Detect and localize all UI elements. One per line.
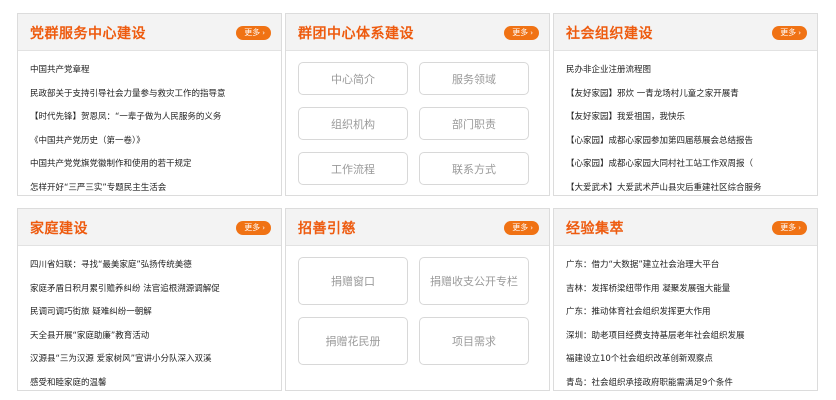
- panel-header: 党群服务中心建设 更多 ›: [18, 14, 281, 51]
- panel-header: 群团中心体系建设 更多 ›: [286, 14, 549, 51]
- more-button[interactable]: 更多 ›: [772, 221, 807, 235]
- workflow-button[interactable]: 工作流程: [298, 152, 408, 185]
- news-list: 中国共产党章程 民政部关于支持引导社会力量参与救灾工作的指导意 【时代先锋】贺恩…: [18, 51, 281, 201]
- panel-header: 经验集萃 更多 ›: [554, 209, 817, 246]
- chevron-right-icon: ›: [530, 29, 533, 37]
- panel-title: 经验集萃: [566, 221, 624, 237]
- project-needs-button[interactable]: 项目需求: [419, 317, 529, 365]
- list-item[interactable]: 【友好家园】我爱祖国，我快乐: [566, 106, 817, 130]
- list-item[interactable]: 汉源县“三为汉源 爱家树风”宣讲小分队深入双溪: [30, 348, 281, 372]
- donor-roster-button[interactable]: 捐赠花民册: [298, 317, 408, 365]
- more-button[interactable]: 更多 ›: [772, 26, 807, 40]
- news-list: 四川省妇联：寻找“最美家庭”弘扬传统美德 家庭矛盾日积月累引赡养纠纷 法官追根溯…: [18, 246, 281, 396]
- list-item[interactable]: 【大爱武术】大爱武术芦山县灾后重建社区综合服务: [566, 177, 817, 201]
- panel-social-org: 社会组织建设 更多 › 民办非企业注册流程图 【友好家园】邪炊 一青龙场村儿童之家…: [553, 13, 818, 196]
- more-button[interactable]: 更多 ›: [504, 26, 539, 40]
- news-list: 广东：借力“大数据”建立社会治理大平台 吉林：发挥桥梁纽带作用 凝聚发展强大能量…: [554, 246, 817, 396]
- list-item[interactable]: 吉林：发挥桥梁纽带作用 凝聚发展强大能量: [566, 278, 817, 302]
- list-item[interactable]: 【时代先锋】贺恩凤：“一辈子做为人民服务的义务: [30, 106, 281, 130]
- list-item[interactable]: 家庭矛盾日积月累引赡养纠纷 法官追根溯源调解促: [30, 278, 281, 302]
- more-button[interactable]: 更多 ›: [504, 221, 539, 235]
- panel-header: 社会组织建设 更多 ›: [554, 14, 817, 51]
- panel-experience: 经验集萃 更多 › 广东：借力“大数据”建立社会治理大平台 吉林：发挥桥梁纽带作用…: [553, 208, 818, 391]
- service-area-button[interactable]: 服务领域: [419, 62, 529, 95]
- list-item[interactable]: 中国共产党党旗党徽制作和使用的若干规定: [30, 153, 281, 177]
- list-item[interactable]: 民调司调巧街旅 疑难纠纷一朝解: [30, 301, 281, 325]
- organization-button[interactable]: 组织机构: [298, 107, 408, 140]
- chevron-right-icon: ›: [530, 224, 533, 232]
- list-item[interactable]: 民政部关于支持引导社会力量参与救灾工作的指导意: [30, 83, 281, 107]
- donation-disclosure-button[interactable]: 捐赠收支公开专栏: [419, 257, 529, 305]
- list-item[interactable]: 广东：推动体育社会组织发挥更大作用: [566, 301, 817, 325]
- panel-title: 招善引慈: [298, 221, 356, 237]
- list-item[interactable]: 广东：借力“大数据”建立社会治理大平台: [566, 254, 817, 278]
- list-item[interactable]: 四川省妇联：寻找“最美家庭”弘扬传统美德: [30, 254, 281, 278]
- panel-title: 党群服务中心建设: [30, 26, 146, 42]
- button-grid: 中心简介 服务领域 组织机构 部门职责 工作流程 联系方式: [286, 51, 549, 185]
- panel-mass-org-center: 群团中心体系建设 更多 › 中心简介 服务领域 组织机构 部门职责 工作流程 联系…: [285, 13, 550, 196]
- list-item[interactable]: 福建设立10个社会组织改革创新观察点: [566, 348, 817, 372]
- list-item[interactable]: 中国共产党章程: [30, 59, 281, 83]
- list-item[interactable]: 【心家园】成都心家园参加第四届慈展会总结报告: [566, 130, 817, 154]
- chevron-right-icon: ›: [262, 224, 265, 232]
- chevron-right-icon: ›: [262, 29, 265, 37]
- panel-charity: 招善引慈 更多 › 捐赠窗口 捐赠收支公开专栏 捐赠花民册 项目需求: [285, 208, 550, 391]
- list-item[interactable]: 【心家园】成都心家园大同村社工站工作双周报（: [566, 153, 817, 177]
- list-item[interactable]: 怎样开好“三严三实”专题民主生活会: [30, 177, 281, 201]
- list-item[interactable]: 青岛：社会组织承接政府职能需满足9个条件: [566, 372, 817, 396]
- panel-title: 群团中心体系建设: [298, 26, 414, 42]
- panel-family-building: 家庭建设 更多 › 四川省妇联：寻找“最美家庭”弘扬传统美德 家庭矛盾日积月累引赡…: [17, 208, 282, 391]
- more-button[interactable]: 更多 ›: [236, 26, 271, 40]
- panel-title: 社会组织建设: [566, 26, 653, 42]
- list-item[interactable]: 民办非企业注册流程图: [566, 59, 817, 83]
- chevron-right-icon: ›: [798, 29, 801, 37]
- donation-window-button[interactable]: 捐赠窗口: [298, 257, 408, 305]
- list-item[interactable]: 【友好家园】邪炊 一青龙场村儿童之家开展青: [566, 83, 817, 107]
- department-duties-button[interactable]: 部门职责: [419, 107, 529, 140]
- panel-header: 家庭建设 更多 ›: [18, 209, 281, 246]
- chevron-right-icon: ›: [798, 224, 801, 232]
- list-item[interactable]: 感受和睦家庭的温馨: [30, 372, 281, 396]
- panel-title: 家庭建设: [30, 221, 88, 237]
- contact-button[interactable]: 联系方式: [419, 152, 529, 185]
- center-intro-button[interactable]: 中心简介: [298, 62, 408, 95]
- list-item[interactable]: 天全县开展“家庭助廉”教育活动: [30, 325, 281, 349]
- list-item[interactable]: 《中国共产党历史（第一卷）》: [30, 130, 281, 154]
- more-button[interactable]: 更多 ›: [236, 221, 271, 235]
- panel-header: 招善引慈 更多 ›: [286, 209, 549, 246]
- list-item[interactable]: 深圳：助老项目经费支持基层老年社会组织发展: [566, 325, 817, 349]
- news-list: 民办非企业注册流程图 【友好家园】邪炊 一青龙场村儿童之家开展青 【友好家园】我…: [554, 51, 817, 201]
- button-grid: 捐赠窗口 捐赠收支公开专栏 捐赠花民册 项目需求: [286, 246, 549, 365]
- panel-party-service-center: 党群服务中心建设 更多 › 中国共产党章程 民政部关于支持引导社会力量参与救灾工作…: [17, 13, 282, 196]
